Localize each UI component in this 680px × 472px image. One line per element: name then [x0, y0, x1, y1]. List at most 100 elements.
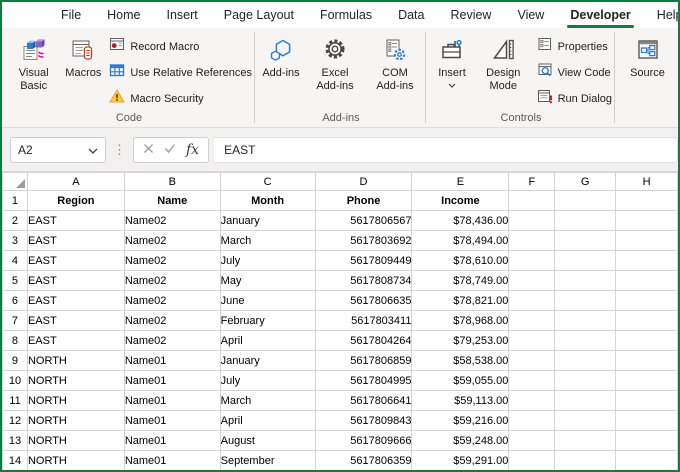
- cell-F10[interactable]: [508, 370, 556, 391]
- cell-A4[interactable]: EAST: [26, 250, 125, 271]
- row-header-9[interactable]: 9: [2, 350, 28, 371]
- cell-G5[interactable]: [554, 270, 617, 291]
- row-header-4[interactable]: 4: [2, 250, 28, 271]
- view-code-button[interactable]: View Code: [537, 62, 612, 83]
- cell-C3[interactable]: March: [219, 230, 316, 251]
- cell-H7[interactable]: [615, 310, 678, 331]
- cell-B9[interactable]: Name01: [123, 350, 221, 371]
- cell-B14[interactable]: Name01: [123, 450, 221, 470]
- cell-C5[interactable]: May: [219, 270, 316, 291]
- cell-F1[interactable]: [508, 190, 556, 211]
- row-header-8[interactable]: 8: [2, 330, 28, 351]
- cell-H2[interactable]: [615, 210, 678, 231]
- row-header-11[interactable]: 11: [2, 390, 28, 411]
- cell-F4[interactable]: [508, 250, 556, 271]
- cell-E8[interactable]: $79,253.00: [411, 330, 510, 351]
- cell-A7[interactable]: EAST: [26, 310, 125, 331]
- tab-formulas[interactable]: Formulas: [307, 2, 385, 28]
- cell-F5[interactable]: [508, 270, 556, 291]
- cell-E4[interactable]: $78,610.00: [411, 250, 510, 271]
- row-header-12[interactable]: 12: [2, 410, 28, 431]
- cell-H6[interactable]: [615, 290, 678, 311]
- select-all-corner[interactable]: [2, 172, 28, 191]
- cell-C4[interactable]: July: [219, 250, 316, 271]
- cell-H14[interactable]: [615, 450, 678, 470]
- cell-F8[interactable]: [508, 330, 556, 351]
- row-header-2[interactable]: 2: [2, 210, 28, 231]
- cell-H13[interactable]: [615, 430, 678, 451]
- cell-D5[interactable]: 5617808734: [314, 270, 413, 291]
- record-macro-button[interactable]: Record Macro: [109, 36, 252, 57]
- column-header-A[interactable]: A: [26, 172, 125, 191]
- row-header-7[interactable]: 7: [2, 310, 28, 331]
- cell-D7[interactable]: 5617803411: [314, 310, 413, 331]
- cell-G13[interactable]: [554, 430, 617, 451]
- cell-A13[interactable]: NORTH: [26, 430, 125, 451]
- cell-B2[interactable]: Name02: [123, 210, 221, 231]
- cell-H11[interactable]: [615, 390, 678, 411]
- cell-A6[interactable]: EAST: [26, 290, 125, 311]
- chevron-down-icon[interactable]: [88, 143, 98, 157]
- cell-G2[interactable]: [554, 210, 617, 231]
- column-header-D[interactable]: D: [314, 172, 413, 191]
- tab-developer[interactable]: Developer: [557, 2, 643, 28]
- cell-C13[interactable]: August: [219, 430, 316, 451]
- cell-G10[interactable]: [554, 370, 617, 391]
- cell-D1[interactable]: Phone: [314, 190, 413, 211]
- cell-F6[interactable]: [508, 290, 556, 311]
- cell-F12[interactable]: [508, 410, 556, 431]
- cell-E9[interactable]: $58,538.00: [411, 350, 510, 371]
- cell-G14[interactable]: [554, 450, 617, 470]
- name-box[interactable]: A2: [10, 136, 106, 163]
- cell-A14[interactable]: NORTH: [26, 450, 125, 470]
- tab-page-layout[interactable]: Page Layout: [211, 2, 307, 28]
- run-dialog-button[interactable]: Run Dialog: [537, 88, 612, 109]
- cell-E7[interactable]: $78,968.00: [411, 310, 510, 331]
- cell-E3[interactable]: $78,494.00: [411, 230, 510, 251]
- cell-A8[interactable]: EAST: [26, 330, 125, 351]
- cell-F14[interactable]: [508, 450, 556, 470]
- cell-A3[interactable]: EAST: [26, 230, 125, 251]
- cell-G3[interactable]: [554, 230, 617, 251]
- cell-D10[interactable]: 5617804995: [314, 370, 413, 391]
- cell-A1[interactable]: Region: [26, 190, 125, 211]
- cell-G11[interactable]: [554, 390, 617, 411]
- cell-H1[interactable]: [615, 190, 678, 211]
- cell-D12[interactable]: 5617809843: [314, 410, 413, 431]
- cell-G8[interactable]: [554, 330, 617, 351]
- cell-C10[interactable]: July: [219, 370, 316, 391]
- properties-button[interactable]: Properties: [537, 36, 612, 57]
- cell-G6[interactable]: [554, 290, 617, 311]
- cell-G1[interactable]: [554, 190, 617, 211]
- cell-C9[interactable]: January: [219, 350, 316, 371]
- cell-C2[interactable]: January: [219, 210, 316, 231]
- cell-E10[interactable]: $59,055.00: [411, 370, 510, 391]
- addins-button[interactable]: Add-ins: [259, 31, 303, 80]
- com-addins-button[interactable]: COM Add-ins: [367, 31, 423, 93]
- cell-B13[interactable]: Name01: [123, 430, 221, 451]
- source-button[interactable]: Source: [626, 31, 670, 80]
- visual-basic-button[interactable]: Visual Basic: [6, 31, 61, 93]
- use-relative-references-button[interactable]: Use Relative References: [109, 62, 252, 83]
- cell-D4[interactable]: 5617809449: [314, 250, 413, 271]
- tab-help[interactable]: Help: [644, 2, 678, 28]
- cell-F11[interactable]: [508, 390, 556, 411]
- cell-D8[interactable]: 5617804264: [314, 330, 413, 351]
- cell-F3[interactable]: [508, 230, 556, 251]
- cell-E5[interactable]: $78,749.00: [411, 270, 510, 291]
- cell-D14[interactable]: 5617806359: [314, 450, 413, 470]
- insert-control-button[interactable]: Insert: [430, 31, 474, 88]
- cell-H9[interactable]: [615, 350, 678, 371]
- cell-A9[interactable]: NORTH: [26, 350, 125, 371]
- cell-B3[interactable]: Name02: [123, 230, 221, 251]
- cell-E1[interactable]: Income: [411, 190, 510, 211]
- cell-A11[interactable]: NORTH: [26, 390, 125, 411]
- tab-view[interactable]: View: [504, 2, 557, 28]
- column-header-F[interactable]: F: [508, 172, 556, 191]
- cell-G7[interactable]: [554, 310, 617, 331]
- cell-E6[interactable]: $78,821.00: [411, 290, 510, 311]
- cell-C12[interactable]: April: [219, 410, 316, 431]
- cancel-icon[interactable]: [143, 141, 154, 159]
- cell-A5[interactable]: EAST: [26, 270, 125, 291]
- cell-F7[interactable]: [508, 310, 556, 331]
